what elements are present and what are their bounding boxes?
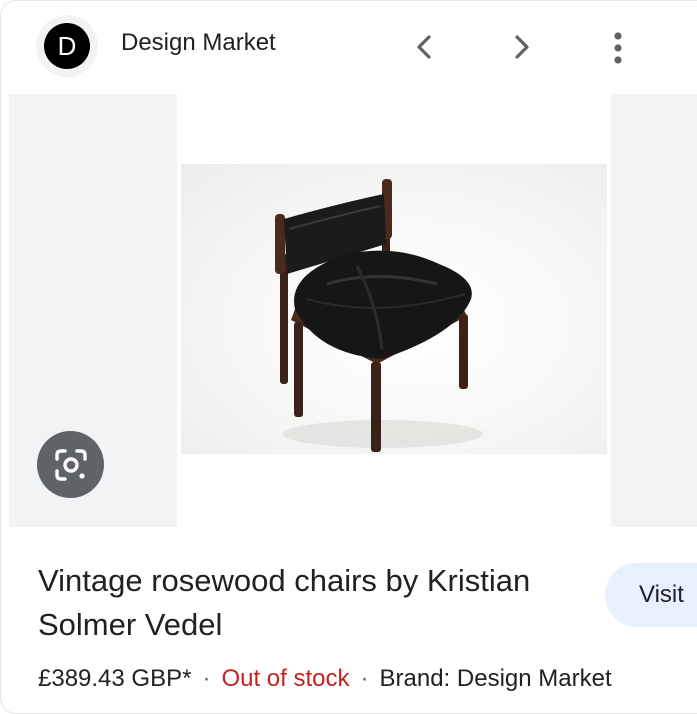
site-initial: D xyxy=(44,23,90,69)
more-options-button[interactable] xyxy=(598,27,638,67)
chevron-right-icon xyxy=(515,35,529,59)
product-image[interactable] xyxy=(177,94,611,527)
previous-button[interactable] xyxy=(405,27,445,67)
google-lens-icon xyxy=(54,448,87,481)
product-meta: £389.43 GBP* · Out of stock · Brand: Des… xyxy=(38,665,612,693)
site-favicon[interactable]: D xyxy=(36,15,98,77)
chevron-left-icon xyxy=(417,35,431,59)
availability-status: Out of stock xyxy=(221,665,350,692)
product-price: £389.43 GBP* xyxy=(38,665,192,692)
meta-separator: · xyxy=(360,665,369,692)
visit-button[interactable]: Visit xyxy=(605,563,697,627)
site-name[interactable]: Design Market xyxy=(121,29,276,57)
chair-illustration xyxy=(275,179,483,452)
product-title[interactable]: Vintage rosewood chairs by Kristian Solm… xyxy=(38,559,598,647)
meta-separator: · xyxy=(202,665,211,692)
more-vert-icon xyxy=(614,32,622,64)
next-button[interactable] xyxy=(501,27,541,67)
visual-search-button[interactable] xyxy=(37,431,104,498)
image-gallery xyxy=(9,94,697,527)
product-brand: Brand: Design Market xyxy=(379,665,612,692)
card-header: D Design Market xyxy=(1,1,697,93)
product-card: D Design Market Vintage rosewood chairs … xyxy=(0,0,697,714)
gallery-side-panel-right xyxy=(611,94,697,527)
